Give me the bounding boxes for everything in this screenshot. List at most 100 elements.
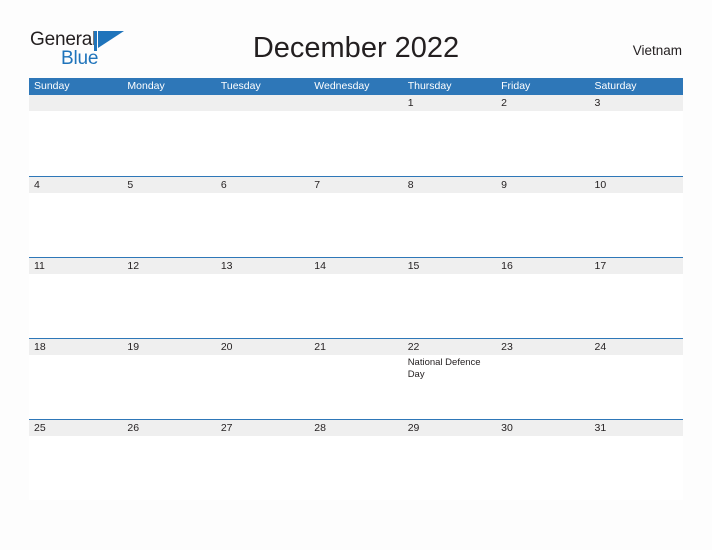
day-event-cell-empty	[496, 111, 589, 175]
day-cell[interactable]: 5	[122, 177, 215, 193]
day-cell[interactable]: 23	[496, 339, 589, 355]
day-number: 25	[34, 422, 46, 434]
week-date-band: 25 26 27 28 29 30 31	[29, 419, 683, 436]
week-event-layer: National Defence Day	[29, 355, 683, 419]
day-cell[interactable]: 7	[309, 177, 402, 193]
day-event-cell-empty	[216, 355, 309, 419]
week-event-layer	[29, 111, 683, 175]
day-cell[interactable]: 1	[403, 95, 496, 111]
day-cell[interactable]: 10	[590, 177, 683, 193]
weekday-header-wednesday: Wednesday	[314, 80, 370, 92]
day-number: 15	[407, 260, 420, 272]
calendar-weeks: 1 2 3 4 5 6 7 8 9 10 11 12 13 14 15 16 17 18 19 20 21 22 23 24 N…	[29, 95, 683, 500]
day-number: 26	[127, 422, 140, 434]
day-event-cell-empty	[496, 193, 589, 257]
locale-label: Vietnam	[632, 43, 682, 58]
day-event-cell-empty	[29, 111, 122, 175]
day-number: 13	[220, 260, 233, 272]
day-cell[interactable]: 26	[122, 420, 215, 436]
day-event-cell-empty	[309, 111, 402, 175]
day-number: 23	[501, 341, 513, 353]
day-cell[interactable]: 21	[309, 339, 402, 355]
day-number: 29	[407, 422, 420, 434]
day-number: 2	[501, 97, 507, 109]
day-cell[interactable]: 30	[496, 420, 589, 436]
calendar-week-row: 1 2 3	[29, 95, 683, 176]
day-event-cell-empty	[496, 436, 589, 500]
day-number: 7	[314, 179, 321, 191]
day-number: 22	[407, 341, 420, 353]
day-cell[interactable]: 11	[29, 258, 122, 274]
day-cell[interactable]: 20	[216, 339, 309, 355]
day-cell[interactable]: 8	[403, 177, 496, 193]
week-date-band: 4 5 6 7 8 9 10	[29, 176, 683, 193]
day-event-cell-empty	[122, 436, 215, 500]
day-event-cell-empty	[309, 436, 402, 500]
page-title: December 2022	[252, 32, 460, 64]
day-number: 27	[220, 422, 233, 434]
day-cell[interactable]: 15	[403, 258, 496, 274]
week-date-band: 18 19 20 21 22 23 24	[29, 338, 683, 355]
day-cell[interactable]: 14	[309, 258, 402, 274]
day-event-cell-empty	[403, 111, 496, 175]
day-event-cell-empty	[590, 274, 683, 338]
day-number: 17	[594, 260, 607, 272]
day-event-cell-empty	[590, 436, 683, 500]
day-cell[interactable]: 31	[590, 420, 683, 436]
day-cell[interactable]: 3	[590, 95, 683, 111]
day-event-cell-empty	[122, 193, 215, 257]
weekday-header-friday: Friday	[501, 80, 531, 92]
day-cell[interactable]: 16	[496, 258, 589, 274]
day-cell[interactable]: 4	[29, 177, 122, 193]
day-cell[interactable]: 2	[496, 95, 589, 111]
day-number: 3	[594, 97, 601, 109]
day-cell-empty	[309, 95, 402, 111]
day-cell[interactable]: 12	[122, 258, 215, 274]
day-cell[interactable]: 13	[216, 258, 309, 274]
day-cell[interactable]: 25	[29, 420, 122, 436]
day-number: 31	[594, 422, 607, 434]
day-cell[interactable]: 28	[309, 420, 402, 436]
day-number: 14	[314, 260, 326, 272]
day-event-cell-empty	[216, 193, 309, 257]
day-cell[interactable]: 18	[29, 339, 122, 355]
day-cell[interactable]: 6	[216, 177, 309, 193]
day-number: 10	[594, 179, 607, 191]
day-number: 9	[501, 179, 507, 191]
day-number: 19	[127, 341, 140, 353]
day-cell[interactable]: 22	[403, 339, 496, 355]
day-cell[interactable]: 27	[216, 420, 309, 436]
day-event-cell-empty	[122, 111, 215, 175]
calendar-week-row: 25 26 27 28 29 30 31	[29, 419, 683, 500]
day-event-cell-empty	[590, 193, 683, 257]
week-event-layer	[29, 436, 683, 500]
day-event-cell-empty	[496, 355, 589, 419]
calendar-week-row: 18 19 20 21 22 23 24 National Defence Day	[29, 338, 683, 419]
day-event-cell-empty	[496, 274, 589, 338]
weekday-header-monday: Monday	[127, 80, 165, 92]
day-cell[interactable]: 17	[590, 258, 683, 274]
day-event-cell-empty	[403, 436, 496, 500]
day-number: 8	[407, 179, 414, 191]
day-event-cell[interactable]: National Defence Day	[403, 355, 496, 419]
day-event-cell-empty	[403, 193, 496, 257]
day-cell[interactable]: 29	[403, 420, 496, 436]
calendar-grid: Sunday Monday Tuesday Wednesday Thursday Frid…	[29, 78, 683, 500]
day-event-cell-empty	[29, 436, 122, 500]
week-date-band: 11 12 13 14 15 16 17	[29, 257, 683, 274]
day-event-cell-empty	[216, 436, 309, 500]
day-number: 1	[407, 97, 414, 109]
day-event-cell-empty	[29, 274, 122, 338]
day-cell[interactable]: 19	[122, 339, 215, 355]
day-number: 30	[501, 422, 513, 434]
day-number: 20	[220, 341, 233, 353]
day-cell[interactable]: 24	[590, 339, 683, 355]
day-event-cell-empty	[590, 111, 683, 175]
day-event-cell-empty	[216, 111, 309, 175]
day-cell[interactable]: 9	[496, 177, 589, 193]
day-cell-empty	[216, 95, 309, 111]
day-number: 12	[127, 260, 140, 272]
day-number: 6	[220, 179, 227, 191]
day-event-cell-empty	[122, 274, 215, 338]
day-number: 24	[594, 341, 607, 353]
